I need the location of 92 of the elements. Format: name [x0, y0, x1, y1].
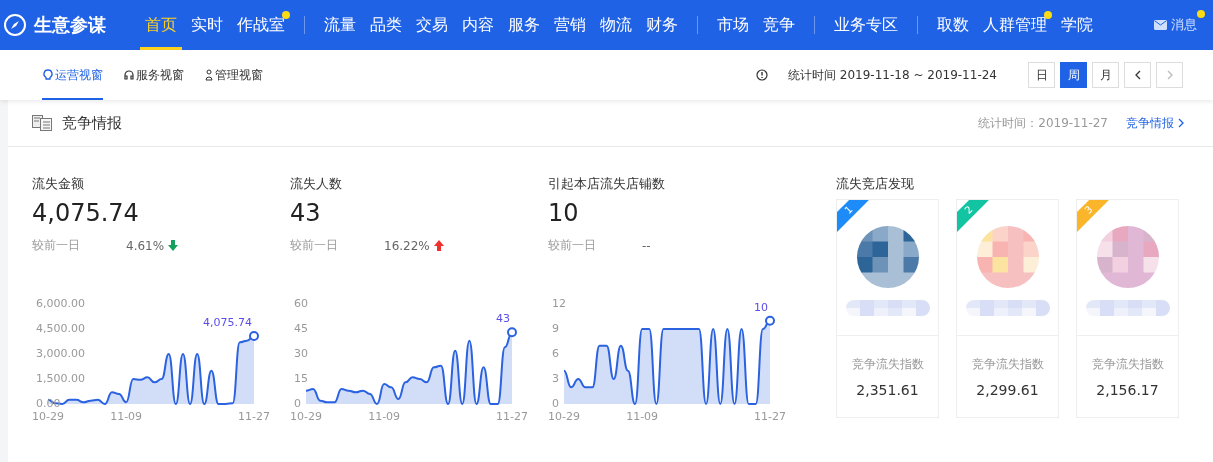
nav-item[interactable]: 人群管理	[978, 0, 1052, 50]
nav-item[interactable]: 业务专区	[829, 0, 903, 50]
x-tick-label: 11-09	[110, 410, 143, 423]
chevron-right-icon	[1178, 118, 1185, 128]
y-tick-label: 0	[552, 397, 559, 410]
y-tick-label: 60	[294, 297, 308, 310]
view-tab[interactable]: 管理视窗	[204, 50, 263, 100]
value-label: 10	[754, 300, 768, 314]
y-tick-label: 3,000.00	[36, 347, 85, 360]
notification-dot	[1044, 11, 1052, 19]
period-button[interactable]: 月	[1092, 62, 1119, 88]
nav-item[interactable]: 营销	[549, 0, 591, 50]
y-tick-label: 45	[294, 322, 308, 335]
x-tick-label: 11-09	[626, 410, 659, 423]
x-tick-label: 11-27	[754, 410, 786, 423]
change-value: --	[642, 238, 651, 253]
messages-link[interactable]: 消息	[1146, 0, 1205, 50]
change-value: 16.22%	[384, 238, 430, 253]
stat-time: 统计时间：2019-11-27	[978, 114, 1108, 132]
person-icon	[204, 69, 214, 81]
nav-item[interactable]: 作战室	[232, 0, 290, 50]
report-icon	[32, 115, 52, 131]
nav-item[interactable]: 品类	[365, 0, 407, 50]
metric-value: 43	[290, 199, 322, 227]
competition-link[interactable]: 竞争情报	[1126, 114, 1185, 132]
index-label: 竞争流失指数	[971, 356, 1044, 373]
nav-item[interactable]: 交易	[411, 0, 453, 50]
section-title: 竞争情报	[62, 113, 122, 133]
bulb-icon	[42, 69, 54, 81]
y-tick-label: 12	[552, 297, 566, 310]
nav-item[interactable]: 市场	[712, 0, 754, 50]
headset-icon	[123, 69, 135, 81]
nav-item[interactable]: 流量	[319, 0, 361, 50]
nav-item[interactable]: 内容	[457, 0, 499, 50]
stat-time: 统计时间 2019-11-18 ~ 2019-11-24	[788, 66, 997, 84]
period-button[interactable]: 日	[1028, 62, 1055, 88]
nav-item[interactable]: 取数	[932, 0, 974, 50]
compare-label: 较前一日	[290, 237, 339, 254]
metric-value: 10	[548, 199, 580, 227]
x-tick-label: 10-29	[290, 410, 322, 423]
x-tick-label: 10-29	[32, 410, 64, 423]
y-tick-label: 4,500.00	[36, 322, 85, 335]
nav-item[interactable]: 首页	[140, 0, 182, 50]
index-value: 2,351.61	[856, 382, 919, 398]
section-subtitle: 流失竞店发现	[836, 175, 915, 193]
compare-label: 较前一日	[32, 237, 81, 254]
y-tick-label: 30	[294, 347, 308, 360]
index-label: 竞争流失指数	[851, 356, 924, 373]
notification-dot	[1197, 10, 1205, 18]
x-tick-label: 11-27	[496, 410, 528, 423]
nav-item[interactable]: 财务	[641, 0, 683, 50]
view-tab[interactable]: 运营视窗	[42, 50, 103, 100]
y-tick-label: 0	[294, 397, 301, 410]
index-value: 2,156.17	[1096, 382, 1159, 398]
x-tick-label: 11-09	[368, 410, 401, 423]
view-tab[interactable]: 服务视窗	[123, 50, 184, 100]
y-tick-label: 1,500.00	[36, 372, 85, 385]
y-tick-label: 6,000.00	[36, 297, 85, 310]
info-icon	[756, 69, 768, 81]
y-tick-label: 3	[552, 372, 559, 385]
y-tick-label: 9	[552, 322, 559, 335]
chevron-right-icon	[1165, 70, 1174, 80]
metric-title: 流失人数	[290, 175, 343, 193]
period-button[interactable]: 周	[1060, 62, 1087, 88]
metric-value: 4,075.74	[32, 199, 140, 227]
x-tick-label: 10-29	[548, 410, 580, 423]
data-point	[765, 315, 775, 326]
nav-item[interactable]: 学院	[1056, 0, 1098, 50]
brand-name: 生意参谋	[34, 13, 106, 37]
x-tick-label: 11-27	[238, 410, 270, 423]
nav-item[interactable]: 物流	[595, 0, 637, 50]
metric-title: 流失金额	[32, 175, 85, 193]
nav-item[interactable]: 竞争	[758, 0, 800, 50]
notification-dot	[282, 11, 290, 19]
data-point	[249, 331, 259, 342]
chevron-left-icon	[1133, 70, 1142, 80]
nav-item[interactable]: 实时	[186, 0, 228, 50]
metric-title: 引起本店流失店铺数	[548, 175, 666, 193]
compass-icon	[4, 14, 26, 36]
value-label: 43	[496, 312, 510, 326]
index-value: 2,299.61	[976, 382, 1039, 398]
mail-icon	[1154, 20, 1167, 30]
value-label: 4,075.74	[203, 316, 252, 330]
nav-item[interactable]: 服务	[503, 0, 545, 50]
y-tick-label: 15	[294, 372, 308, 385]
index-label: 竞争流失指数	[1091, 356, 1164, 373]
change-value: 4.61%	[126, 238, 165, 253]
y-tick-label: 6	[552, 347, 559, 360]
compare-label: 较前一日	[548, 237, 597, 254]
data-point	[507, 327, 517, 338]
previous-button[interactable]	[1124, 62, 1151, 88]
y-tick-label: 0.00	[36, 397, 61, 410]
